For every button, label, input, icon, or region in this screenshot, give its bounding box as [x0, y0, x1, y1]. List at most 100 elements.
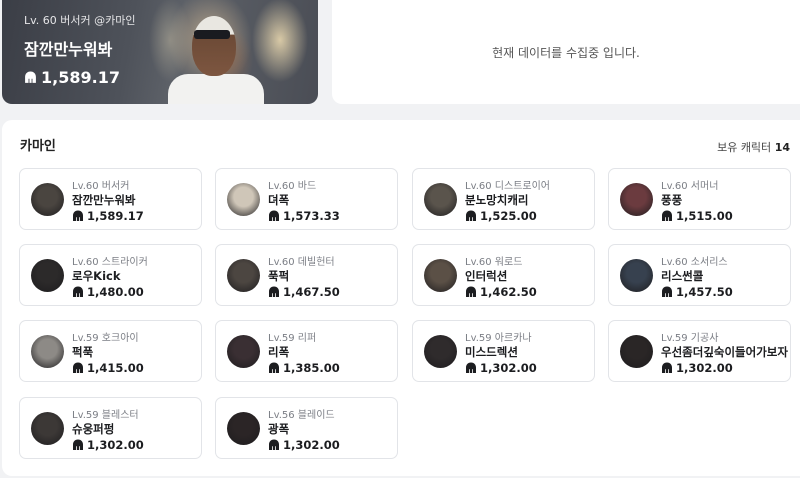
character-item-level-value: 1,462.50 — [480, 285, 537, 299]
character-name: 리폭 — [268, 345, 290, 359]
character-count-label: 보유 캐릭터 — [717, 141, 772, 154]
character-level-class: Lv.60 버서커 — [72, 181, 130, 192]
main-character-banner[interactable]: Lv. 60 버서커 @카마인 잠깐만누워봐 1,589.17 — [2, 0, 318, 104]
character-card[interactable]: Lv.59 호크아이 퍽푹 1,415.00 — [19, 320, 202, 382]
character-item-level-value: 1,515.00 — [676, 209, 733, 223]
helmet-icon — [662, 362, 672, 373]
main-character-item-level-value: 1,589.17 — [41, 68, 120, 87]
helmet-icon — [466, 286, 476, 297]
character-name: 슈웅퍼펑 — [72, 422, 115, 436]
character-level-class: Lv.59 아르카나 — [465, 333, 532, 344]
character-item-level-value: 1,589.17 — [87, 209, 144, 223]
character-item-level: 1,302.00 — [661, 361, 733, 375]
character-item-level-value: 1,480.00 — [87, 285, 144, 299]
character-item-level-value: 1,302.00 — [676, 361, 733, 375]
character-item-level-value: 1,302.00 — [283, 438, 340, 452]
helmet-icon — [269, 286, 279, 297]
character-card[interactable]: Lv.59 아르카나 미스드렉션 1,302.00 — [412, 320, 595, 382]
character-card[interactable]: Lv.59 기공사 우선좀더깊숙이들어가보자 1,302.00 — [608, 320, 791, 382]
character-card[interactable]: Lv.60 서머너 풍풍 1,515.00 — [608, 168, 791, 230]
character-card[interactable]: Lv.60 버서커 잠깐만누워봐 1,589.17 — [19, 168, 202, 230]
character-name: 광폭 — [268, 422, 290, 436]
character-level-class: Lv.60 디스트로이어 — [465, 181, 550, 192]
character-level-class: Lv.59 블레스터 — [72, 410, 139, 421]
character-name: 분노망치캐리 — [465, 193, 529, 207]
character-item-level: 1,525.00 — [465, 209, 537, 223]
character-item-level: 1,467.50 — [268, 285, 340, 299]
character-item-level: 1,302.00 — [72, 438, 144, 452]
character-name: 푹퍽 — [268, 269, 290, 283]
character-card[interactable]: Lv.60 디스트로이어 분노망치캐리 1,525.00 — [412, 168, 595, 230]
character-name: 미스드렉션 — [465, 345, 518, 359]
character-avatar — [227, 259, 260, 292]
character-card[interactable]: Lv.60 바드 뎌폭 1,573.33 — [215, 168, 398, 230]
character-avatar — [620, 259, 653, 292]
helmet-icon — [269, 362, 279, 373]
character-name: 뎌폭 — [268, 193, 290, 207]
character-card[interactable]: Lv.56 블레이드 광폭 1,302.00 — [215, 397, 398, 459]
character-name: 우선좀더깊숙이들어가보자 — [661, 345, 788, 359]
character-item-level: 1,515.00 — [661, 209, 733, 223]
status-panel: 현재 데이터를 수집중 입니다. — [332, 0, 800, 104]
helmet-icon — [269, 439, 279, 450]
character-card[interactable]: Lv.60 소서리스 리스썬콜 1,457.50 — [608, 244, 791, 306]
character-item-level: 1,302.00 — [268, 438, 340, 452]
character-level-class: Lv.59 기공사 — [661, 333, 719, 344]
character-item-level: 1,457.50 — [661, 285, 733, 299]
character-item-level-value: 1,457.50 — [676, 285, 733, 299]
character-avatar — [227, 412, 260, 445]
character-card[interactable]: Lv.60 스트라이커 로우Kick 1,480.00 — [19, 244, 202, 306]
character-avatar — [620, 183, 653, 216]
status-message: 현재 데이터를 수집중 입니다. — [492, 45, 640, 60]
character-artwork-face — [192, 16, 236, 76]
character-item-level-value: 1,467.50 — [283, 285, 340, 299]
server-name: 카마인 — [20, 139, 56, 154]
character-item-level: 1,415.00 — [72, 361, 144, 375]
character-avatar — [620, 335, 653, 368]
character-name: 리스썬콜 — [661, 269, 704, 283]
character-item-level-value: 1,573.33 — [283, 209, 340, 223]
character-avatar — [31, 335, 64, 368]
character-level-class: Lv.60 데빌헌터 — [268, 257, 335, 268]
helmet-icon — [73, 362, 83, 373]
character-name: 풍풍 — [661, 193, 683, 207]
character-item-level: 1,589.17 — [72, 209, 144, 223]
character-avatar — [31, 412, 64, 445]
helmet-icon — [662, 210, 672, 221]
character-level-class: Lv.60 소서리스 — [661, 257, 728, 268]
helmet-icon — [662, 286, 672, 297]
helmet-icon — [73, 286, 83, 297]
character-avatar — [227, 335, 260, 368]
character-item-level: 1,480.00 — [72, 285, 144, 299]
character-artwork-shirt — [168, 74, 264, 104]
character-avatar — [424, 335, 457, 368]
character-level-class: Lv.60 스트라이커 — [72, 257, 148, 268]
character-name: 잠깐만누워봐 — [72, 193, 136, 207]
character-artwork-glasses — [194, 30, 230, 39]
character-card[interactable]: Lv.59 블레스터 슈웅퍼펑 1,302.00 — [19, 397, 202, 459]
character-card[interactable]: Lv.59 리퍼 리폭 1,385.00 — [215, 320, 398, 382]
character-item-level-value: 1,385.00 — [283, 361, 340, 375]
main-character-subtitle: Lv. 60 버서커 @카마인 — [24, 14, 136, 27]
helmet-icon — [466, 210, 476, 221]
character-level-class: Lv.60 서머너 — [661, 181, 719, 192]
character-name: 인터럭션 — [465, 269, 508, 283]
character-item-level: 1,462.50 — [465, 285, 537, 299]
helmet-icon — [466, 362, 476, 373]
helmet-icon — [269, 210, 279, 221]
character-count-value: 14 — [774, 141, 790, 154]
character-item-level: 1,573.33 — [268, 209, 340, 223]
character-item-level-value: 1,525.00 — [480, 209, 537, 223]
character-level-class: Lv.56 블레이드 — [268, 410, 335, 421]
character-card[interactable]: Lv.60 데빌헌터 푹퍽 1,467.50 — [215, 244, 398, 306]
character-avatar — [424, 259, 457, 292]
character-avatar — [227, 183, 260, 216]
character-avatar — [31, 259, 64, 292]
character-avatar — [424, 183, 457, 216]
character-list-panel: 카마인 보유 캐릭터 14 Lv.60 버서커 잠깐만누워봐 1,589.17 Lv.… — [2, 120, 800, 476]
character-level-class: Lv.60 바드 — [268, 181, 317, 192]
character-item-level: 1,385.00 — [268, 361, 340, 375]
character-card[interactable]: Lv.60 워로드 인터럭션 1,462.50 — [412, 244, 595, 306]
character-name: 퍽푹 — [72, 345, 94, 359]
character-name: 로우Kick — [72, 269, 121, 283]
